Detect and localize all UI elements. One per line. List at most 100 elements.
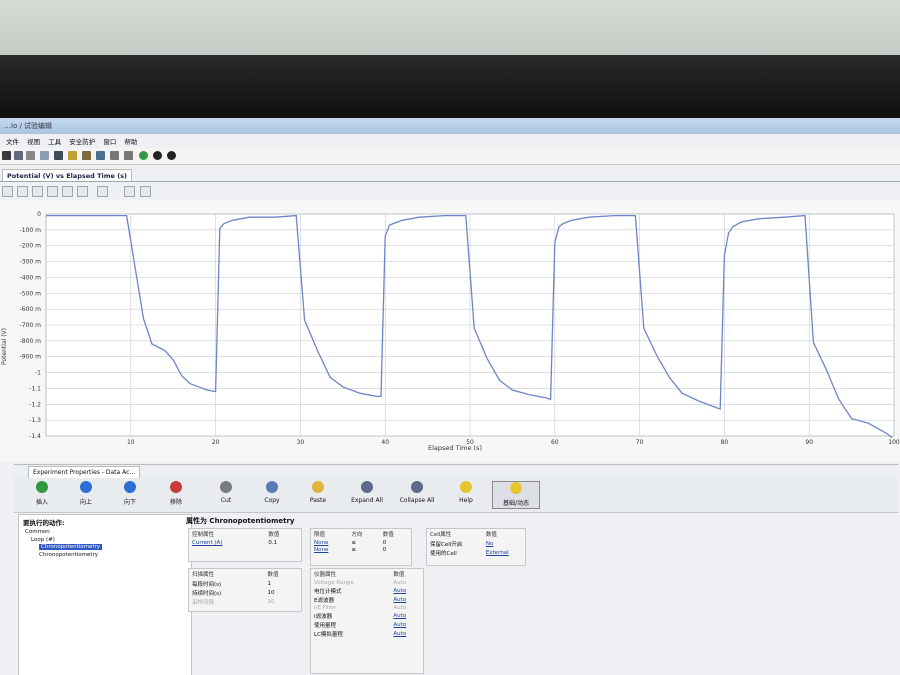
move-up-button[interactable]: 向上	[66, 481, 106, 506]
help-button[interactable]: Help	[446, 481, 486, 504]
help-icon	[460, 481, 472, 493]
list-icon[interactable]	[96, 151, 105, 160]
potential-chart[interactable]: 0 -100 m -200 m -300 m -400 m -500 m -600 m -70…	[0, 200, 900, 462]
tree-item-loop[interactable]: Loop (#)	[25, 537, 102, 545]
table-row: Voltage Range Auto	[311, 579, 423, 586]
limit-name[interactable]: None	[311, 539, 348, 546]
sampling-prop-name: 每段时间(s)	[192, 581, 222, 588]
tree-item-chrono[interactable]: Chronopotentiometry	[25, 552, 102, 560]
save-icon[interactable]	[2, 151, 11, 160]
sampling-prop-value[interactable]: 10	[264, 588, 301, 597]
menu-view[interactable]: 视图	[27, 136, 40, 146]
close-x-icon[interactable]	[26, 151, 35, 160]
actions-tree-title: 要执行的动作:	[23, 519, 65, 527]
image-icon[interactable]	[140, 186, 151, 197]
remove-label: 移除	[169, 499, 182, 506]
export-icon[interactable]	[124, 186, 135, 197]
col-header: 数值	[382, 532, 394, 538]
table-row: I/E Filter Auto	[311, 604, 423, 611]
sampling-prop-name: 采样间隔	[192, 599, 215, 606]
background-wall	[0, 0, 900, 60]
x-tick-label: 30	[297, 439, 305, 446]
limit-value[interactable]: 0	[380, 539, 411, 546]
move-up-label: 向上	[79, 499, 92, 506]
table-row: 每段时间(s) 1	[189, 579, 301, 588]
paste-button[interactable]: Paste	[298, 481, 338, 504]
actions-tree-panel: 要执行的动作: Common Loop (#) Chronopotentiome…	[18, 514, 192, 675]
insert-button[interactable]: 插入	[22, 481, 62, 506]
cut-label: Cut	[220, 497, 232, 504]
limit-direction[interactable]: ≤	[348, 546, 379, 553]
pause-icon[interactable]	[167, 151, 176, 160]
zoom-fit-icon[interactable]	[32, 186, 43, 197]
tree-item-common[interactable]: Common	[25, 529, 102, 537]
cell-prop-value[interactable]: No	[483, 539, 525, 548]
menu-tools[interactable]: 工具	[48, 136, 61, 146]
properties-area: 属性为 Chronopotentiometry 控制属性 数值 Current (…	[186, 514, 898, 675]
table-row: None ≤0	[311, 539, 411, 546]
sampling-prop-value[interactable]: 1	[264, 579, 301, 588]
instrument-prop-value[interactable]: Auto	[390, 629, 423, 638]
table-row: 电位计模式 Auto	[311, 586, 423, 595]
table-row: 持续时间(s) 10	[189, 588, 301, 597]
col-header: 仪器属性	[314, 572, 337, 578]
menu-security[interactable]: 安全防护	[69, 136, 95, 146]
remove-button[interactable]: 移除	[156, 481, 196, 506]
zoom-out-icon[interactable]	[17, 186, 28, 197]
instrument-prop-value[interactable]: Auto	[390, 611, 423, 620]
collapse-all-button[interactable]: Collapse All	[394, 481, 440, 504]
limit-value[interactable]: 0	[380, 546, 411, 553]
remove-icon	[170, 481, 182, 493]
expand-all-button[interactable]: Expand All	[344, 481, 390, 504]
folder-icon[interactable]	[68, 151, 77, 160]
move-down-button[interactable]: 向下	[110, 481, 150, 506]
col-header: 限值	[314, 532, 326, 538]
chart-pane: 0 -100 m -200 m -300 m -400 m -500 m -600 m -70…	[0, 200, 900, 462]
cell-prop-value[interactable]: External	[483, 548, 525, 557]
copy-chart-icon[interactable]	[77, 186, 88, 197]
limit-name[interactable]: None	[311, 546, 348, 553]
copy-icon	[266, 481, 278, 493]
current-value[interactable]: 0.1	[265, 539, 301, 546]
menu-window[interactable]: 窗口	[103, 136, 116, 146]
basic-advanced-label: 基础/动态	[502, 500, 530, 507]
arrow-icon[interactable]	[110, 151, 119, 160]
y-tick-label: -500 m	[20, 290, 42, 297]
basic-advanced-button[interactable]: 基础/动态	[492, 481, 540, 509]
x-tick-label: 20	[212, 439, 220, 446]
chart-options-icon[interactable]	[97, 186, 108, 197]
limit-direction[interactable]: ≤	[348, 539, 379, 546]
menu-file[interactable]: 文件	[6, 136, 19, 146]
instrument-prop-value[interactable]: Auto	[390, 586, 423, 595]
run-icon[interactable]	[139, 151, 148, 160]
tool-icon[interactable]	[82, 151, 91, 160]
table-row: None ≤0	[311, 546, 411, 553]
open-icon[interactable]	[40, 151, 49, 160]
actions-tree: Common Loop (#) Chronopotentiometry Chro…	[25, 529, 103, 560]
pan-icon[interactable]	[47, 186, 58, 197]
table-row: 使用的Cell External	[427, 548, 525, 557]
copy-button[interactable]: Copy	[252, 481, 292, 504]
x-tick-label: 80	[721, 439, 729, 446]
current-label[interactable]: Current (A)	[189, 539, 265, 546]
tree-item-selected[interactable]: Chronopotentiometry	[25, 544, 103, 552]
y-tick-label: -600 m	[20, 306, 42, 313]
forward-icon[interactable]	[124, 151, 133, 160]
y-tick-label: -400 m	[20, 274, 42, 281]
grid-icon[interactable]	[54, 151, 63, 160]
instrument-prop-name: 使用量程	[314, 622, 337, 629]
instrument-prop-value[interactable]: Auto	[390, 620, 423, 629]
cursor-icon[interactable]	[62, 186, 73, 197]
instrument-prop-value[interactable]: Auto	[390, 595, 423, 604]
print-icon[interactable]	[14, 151, 23, 160]
cell-prop-name: 保留Cell开启	[430, 541, 463, 548]
y-tick-label: -800 m	[20, 338, 42, 345]
menu-help[interactable]: 帮助	[124, 136, 137, 146]
y-tick-label: -700 m	[20, 322, 42, 329]
stop-icon[interactable]	[153, 151, 162, 160]
zoom-in-icon[interactable]	[2, 186, 13, 197]
cut-button[interactable]: Cut	[206, 481, 246, 504]
y-axis-label: Potential (V)	[1, 328, 8, 365]
app-window: …io / 试验编辑 文件 视图 工具 安全防护 窗口 帮助 Potential…	[0, 118, 900, 675]
x-tick-label: 40	[381, 439, 389, 446]
